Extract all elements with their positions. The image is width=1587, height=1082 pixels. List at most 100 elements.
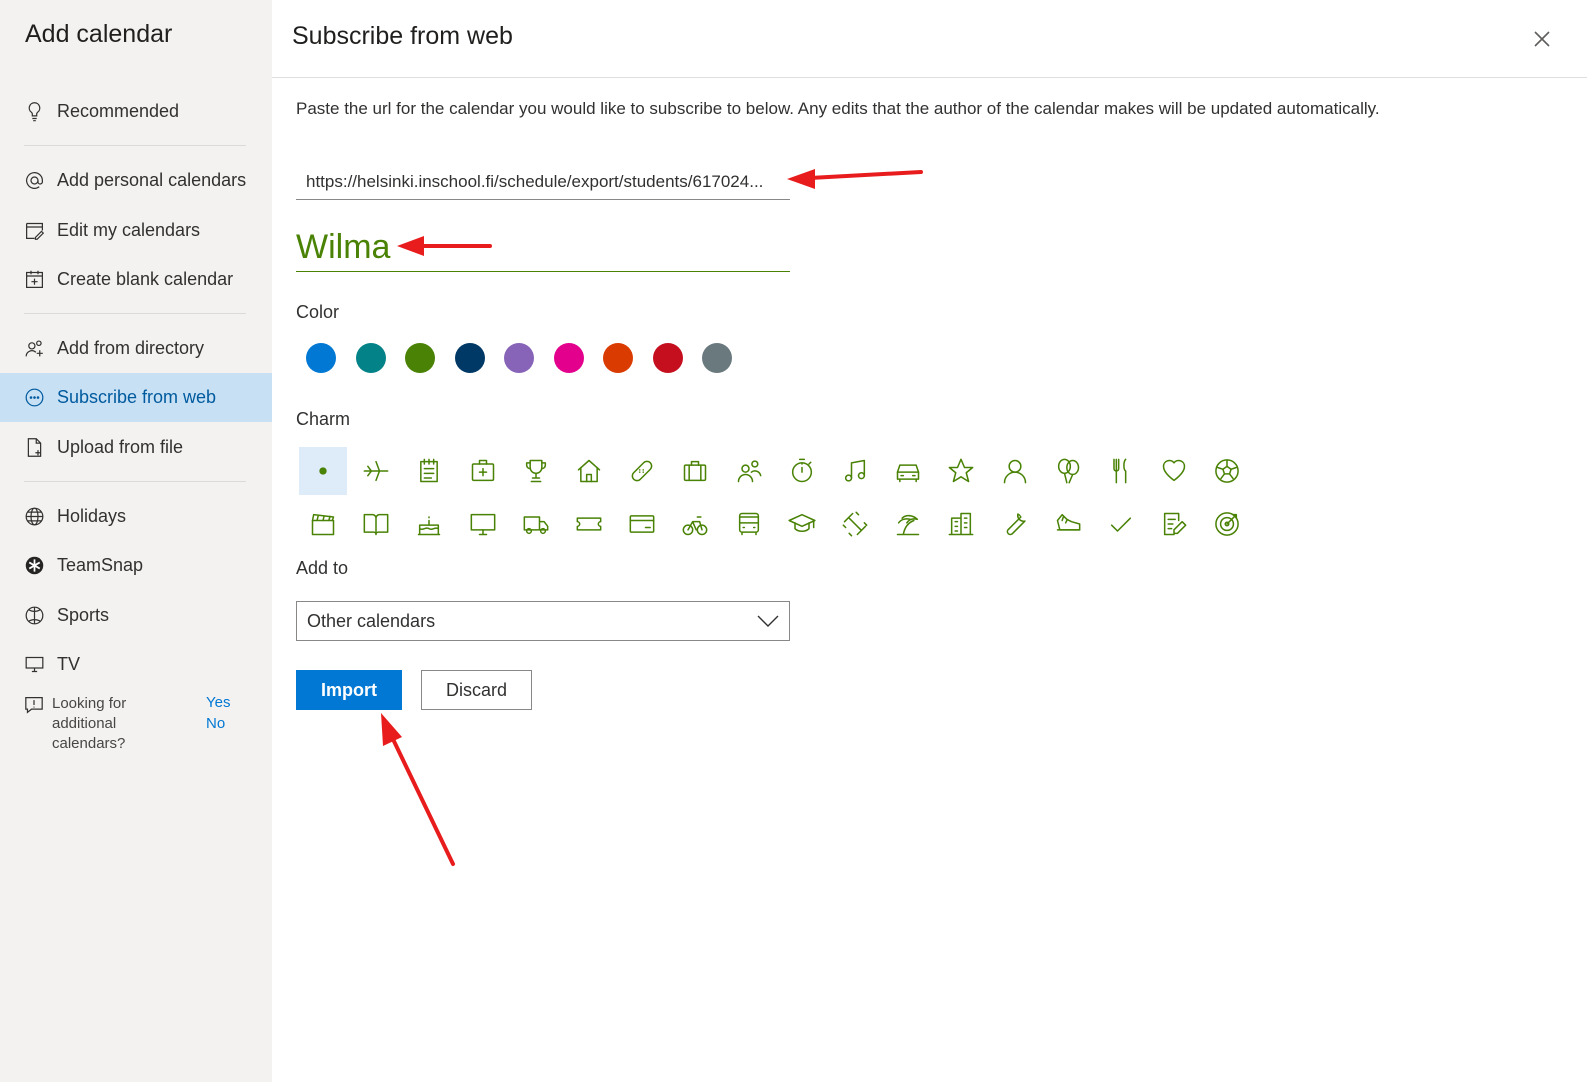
charm-building[interactable]: [937, 500, 985, 548]
calendar-url-input[interactable]: [296, 164, 790, 200]
charm-dot[interactable]: [299, 447, 347, 495]
teamsnap-icon: [24, 555, 45, 576]
color-label: Color: [296, 302, 340, 322]
sidebar-item-add-personal[interactable]: Add personal calendars: [0, 156, 272, 205]
color-swatch[interactable]: [702, 343, 732, 373]
help-no-link[interactable]: No: [206, 715, 225, 732]
charm-bandage[interactable]: [618, 447, 666, 495]
sidebar-item-label: Sports: [57, 605, 110, 625]
beach-icon: [896, 514, 920, 536]
sidebar-item-holidays[interactable]: Holidays: [0, 492, 272, 541]
close-icon[interactable]: [1530, 27, 1554, 51]
charm-clapperboard[interactable]: [299, 500, 347, 548]
color-swatch[interactable]: [603, 343, 633, 373]
description-text: Paste the url for the calendar you would…: [296, 99, 1380, 118]
sidebar-item-recommended[interactable]: Recommended: [0, 87, 272, 136]
sidebar-item-label: TV: [57, 654, 81, 674]
charm-airplane[interactable]: [352, 447, 400, 495]
discard-button[interactable]: Discard: [421, 670, 532, 710]
airplane-icon: [363, 460, 389, 482]
monitor-icon: [24, 654, 45, 675]
charm-credit-card[interactable]: [618, 500, 666, 548]
charm-running-shoe[interactable]: [1044, 500, 1092, 548]
color-swatch[interactable]: [405, 343, 435, 373]
sidebar-item-upload-file[interactable]: Upload from file: [0, 423, 272, 472]
charm-ticket[interactable]: [565, 500, 613, 548]
charm-people[interactable]: [725, 447, 773, 495]
sidebar-item-label: TeamSnap: [57, 555, 144, 575]
charm-dumbbell[interactable]: [831, 500, 879, 548]
charm-soccer-ball[interactable]: [1203, 447, 1251, 495]
sidebar-item-tv[interactable]: TV: [0, 640, 272, 689]
charm-fork-knife[interactable]: [1097, 447, 1145, 495]
stopwatch-icon: [791, 458, 812, 483]
color-swatch[interactable]: [553, 343, 584, 373]
sidebar-item-teamsnap[interactable]: TeamSnap: [0, 541, 272, 590]
charm-music-note[interactable]: [831, 447, 879, 495]
building-icon: [948, 512, 974, 536]
medical-kit-icon: [471, 459, 494, 482]
charm-star[interactable]: [937, 447, 985, 495]
charm-beach[interactable]: [884, 500, 932, 548]
charm-truck[interactable]: [512, 500, 560, 548]
add-to-label: Add to: [296, 558, 349, 578]
sidebar-item-add-directory[interactable]: Add from directory: [0, 324, 272, 373]
charm-bicycle[interactable]: [671, 500, 719, 548]
charm-medical-kit[interactable]: [459, 447, 507, 495]
charm-person[interactable]: [991, 447, 1039, 495]
calendar-name-input[interactable]: [296, 224, 790, 272]
color-swatch[interactable]: [306, 343, 336, 373]
charm-heart[interactable]: [1150, 447, 1198, 495]
help-text: Looking for additional calendars?: [52, 695, 127, 752]
clapperboard-icon: [311, 513, 335, 536]
truck-icon: [523, 516, 549, 535]
sidebar-item-subscribe-web[interactable]: Subscribe from web: [0, 373, 272, 422]
edit-calendar-icon: [24, 220, 45, 241]
sidebar-item-label: Subscribe from web: [57, 387, 217, 407]
bus-icon: [738, 512, 759, 536]
charm-checkmark[interactable]: [1097, 500, 1145, 548]
music-note-icon: [844, 459, 866, 482]
charm-notepad[interactable]: [405, 447, 453, 495]
person-icon: [1003, 459, 1026, 484]
charm-stopwatch[interactable]: [778, 447, 826, 495]
divider: [24, 313, 246, 314]
checkmark-icon: [1110, 517, 1132, 532]
color-swatch[interactable]: [652, 343, 683, 373]
charm-monitor[interactable]: [459, 500, 507, 548]
charm-wrench[interactable]: [991, 500, 1039, 548]
charm-target[interactable]: [1203, 500, 1251, 548]
sidebar-item-create-blank[interactable]: Create blank calendar: [0, 255, 272, 304]
color-swatch[interactable]: [504, 343, 534, 373]
charm-book[interactable]: [352, 500, 400, 548]
charm-graduation-cap[interactable]: [778, 500, 826, 548]
charm-trophy[interactable]: [512, 447, 560, 495]
sidebar-item-edit-calendars[interactable]: Edit my calendars: [0, 206, 272, 255]
charm-home[interactable]: [565, 447, 613, 495]
help-yes-link[interactable]: Yes: [206, 694, 230, 711]
trophy-icon: [525, 459, 546, 483]
charm-briefcase[interactable]: [671, 447, 719, 495]
color-swatch[interactable]: [454, 343, 485, 373]
add-to-dropdown[interactable]: Other calendars: [296, 601, 790, 641]
charm-notes-edit[interactable]: [1150, 500, 1198, 548]
sidebar-item-label: Create blank calendar: [57, 269, 234, 289]
color-swatch[interactable]: [355, 343, 386, 373]
feedback-icon: [25, 697, 43, 714]
sidebar-item-label: Upload from file: [57, 437, 184, 457]
wrench-icon: [1006, 513, 1026, 536]
balloons-icon: [1057, 458, 1080, 484]
divider: [24, 481, 246, 482]
running-shoe-icon: [1056, 513, 1081, 531]
book-icon: [363, 513, 389, 536]
import-button[interactable]: Import: [296, 670, 402, 710]
charm-birthday-cake[interactable]: [405, 500, 453, 548]
globe-icon: [24, 506, 45, 527]
sidebar-title: Add calendar: [25, 20, 173, 48]
charm-car[interactable]: [884, 447, 932, 495]
charm-balloons[interactable]: [1044, 447, 1092, 495]
sidebar-item-label: Holidays: [57, 506, 127, 526]
at-sign-icon: [24, 170, 45, 191]
sidebar-item-sports[interactable]: Sports: [0, 591, 272, 640]
charm-bus[interactable]: [725, 500, 773, 548]
